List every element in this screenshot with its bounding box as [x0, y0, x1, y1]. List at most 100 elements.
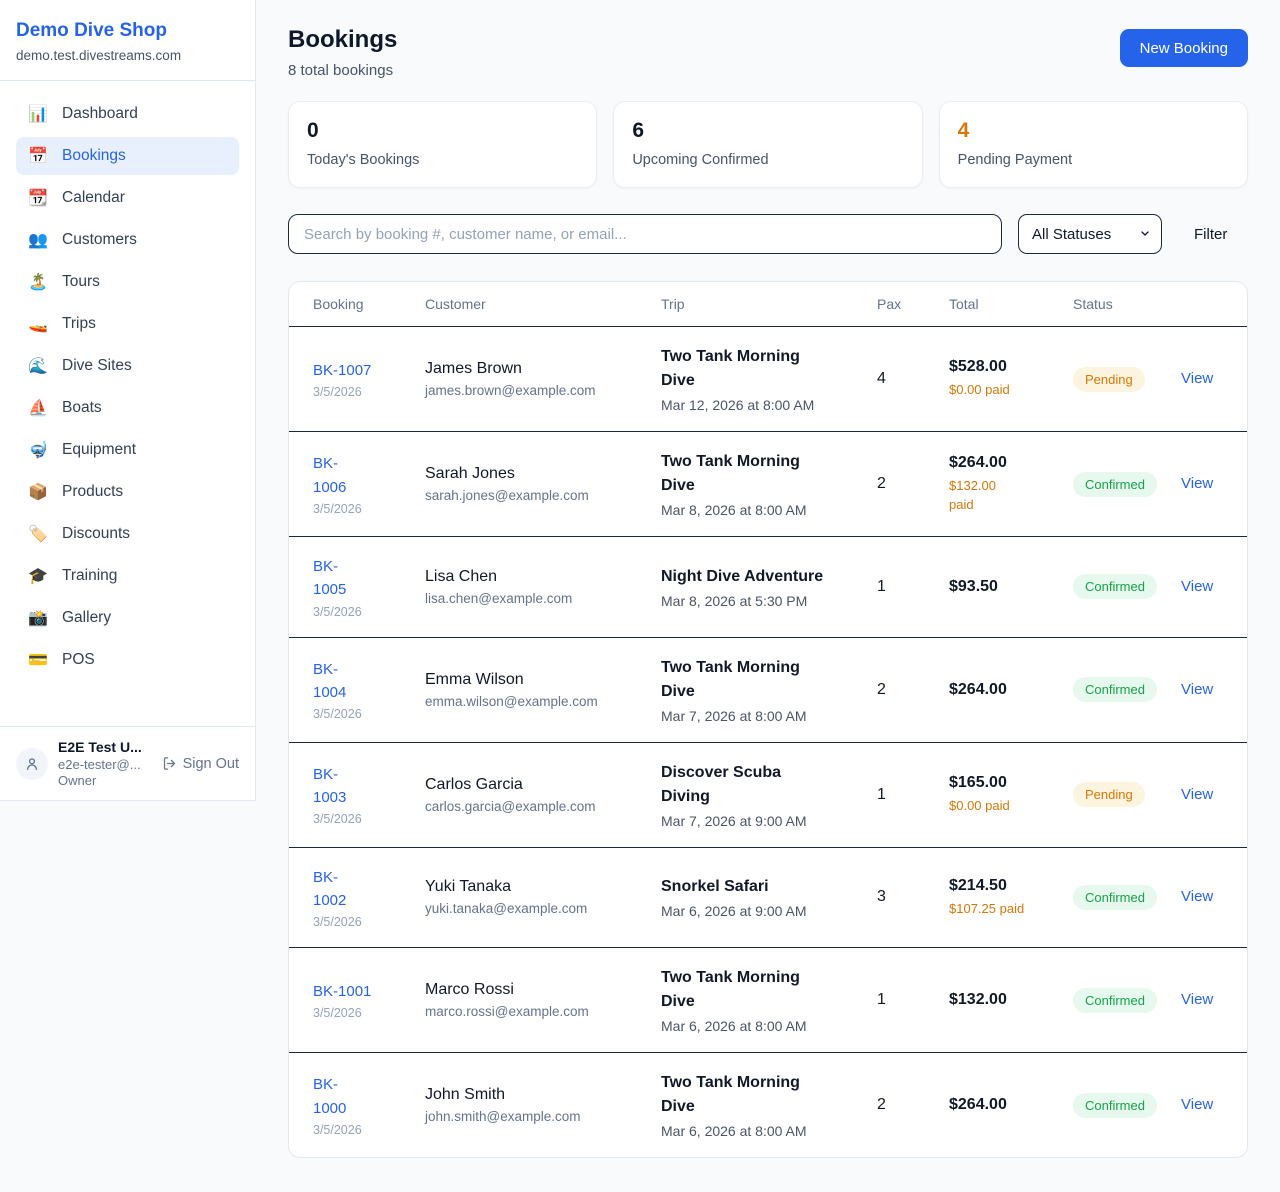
pax-cell: 3 — [877, 888, 949, 906]
sidebar-item-label: Gallery — [62, 609, 111, 627]
sidebar-item-customers[interactable]: 👥 Customers — [16, 221, 239, 259]
booking-id-link[interactable]: BK-1002 — [313, 866, 359, 913]
wave-icon: 🌊 — [28, 356, 48, 376]
status-filter-select[interactable]: All Statuses — [1018, 214, 1162, 254]
table-row: BK-1000 3/5/2026 John Smith john.smith@e… — [289, 1053, 1247, 1157]
booking-cell: BK-1006 3/5/2026 — [313, 452, 425, 516]
trip-cell: Two Tank Morning Dive Mar 7, 2026 at 8:0… — [661, 656, 877, 724]
view-link[interactable]: View — [1181, 786, 1213, 803]
sidebar-item-label: Equipment — [62, 441, 136, 459]
booking-id-link[interactable]: BK-1000 — [313, 1073, 359, 1120]
customer-name: Emma Wilson — [425, 671, 649, 689]
booking-id-link[interactable]: BK-1001 — [313, 980, 371, 1003]
sidebar-item-equipment[interactable]: 🤿 Equipment — [16, 431, 239, 469]
sidebar-item-calendar[interactable]: 📆 Calendar — [16, 179, 239, 217]
sidebar-item-dashboard[interactable]: 📊 Dashboard — [16, 95, 239, 133]
sidebar-item-bookings[interactable]: 📅 Bookings — [16, 137, 239, 175]
sidebar-item-dive-sites[interactable]: 🌊 Dive Sites — [16, 347, 239, 385]
booking-id-link[interactable]: BK-1006 — [313, 452, 359, 499]
booking-cell: BK-1001 3/5/2026 — [313, 980, 425, 1020]
amount-paid: $132.00 paid — [949, 477, 1005, 513]
user-email: e2e-tester@... — [58, 757, 142, 772]
amount-paid: $0.00 paid — [949, 381, 1061, 399]
trip-name: Two Tank Morning Dive — [661, 1071, 829, 1119]
trip-datetime: Mar 8, 2026 at 5:30 PM — [661, 593, 865, 609]
booking-cell: BK-1003 3/5/2026 — [313, 763, 425, 827]
table-header-row: Booking Customer Trip Pax Total Status — [289, 282, 1247, 327]
trip-name: Discover Scuba Diving — [661, 761, 829, 809]
total-amount: $264.00 — [949, 454, 1061, 472]
booking-date: 3/5/2026 — [313, 915, 413, 929]
status-cell: Confirmed — [1073, 574, 1181, 599]
customer-cell: Emma Wilson emma.wilson@example.com — [425, 671, 661, 709]
search-input[interactable] — [288, 214, 1002, 254]
status-cell: Pending — [1073, 782, 1181, 807]
view-link[interactable]: View — [1181, 681, 1213, 698]
customer-email: john.smith@example.com — [425, 1109, 649, 1124]
customer-name: Carlos Garcia — [425, 776, 649, 794]
speedboat-icon: 🚤 — [28, 314, 48, 334]
sidebar-item-label: Calendar — [62, 189, 125, 207]
sidebar-item-boats[interactable]: ⛵ Boats — [16, 389, 239, 427]
booking-date: 3/5/2026 — [313, 1006, 413, 1020]
status-badge: Confirmed — [1073, 677, 1157, 702]
customer-email: james.brown@example.com — [425, 383, 649, 398]
column-header-customer: Customer — [425, 296, 661, 312]
avatar — [16, 748, 48, 780]
trip-name: Night Dive Adventure — [661, 565, 829, 589]
booking-id-link[interactable]: BK-1003 — [313, 763, 359, 810]
sidebar-item-trips[interactable]: 🚤 Trips — [16, 305, 239, 343]
table-body: BK-1007 3/5/2026 James Brown james.brown… — [289, 327, 1247, 1157]
actions-cell: View — [1181, 370, 1223, 388]
total-cell: $264.00 — [949, 681, 1073, 699]
view-link[interactable]: View — [1181, 991, 1213, 1008]
sign-out-button[interactable]: Sign Out — [162, 756, 239, 772]
view-link[interactable]: View — [1181, 888, 1213, 905]
trip-datetime: Mar 8, 2026 at 8:00 AM — [661, 502, 865, 518]
status-cell: Confirmed — [1073, 472, 1181, 497]
sidebar-item-gallery[interactable]: 📸 Gallery — [16, 599, 239, 637]
booking-id-link[interactable]: BK-1004 — [313, 658, 359, 705]
total-amount: $93.50 — [949, 578, 1061, 596]
booking-cell: BK-1004 3/5/2026 — [313, 658, 425, 722]
trip-datetime: Mar 6, 2026 at 8:00 AM — [661, 1123, 865, 1139]
camera-icon: 📸 — [28, 608, 48, 628]
trip-datetime: Mar 6, 2026 at 9:00 AM — [661, 903, 865, 919]
view-link[interactable]: View — [1181, 475, 1213, 492]
table-row: BK-1005 3/5/2026 Lisa Chen lisa.chen@exa… — [289, 537, 1247, 638]
trip-cell: Two Tank Morning Dive Mar 6, 2026 at 8:0… — [661, 1071, 877, 1139]
total-amount: $165.00 — [949, 774, 1061, 792]
trip-name: Two Tank Morning Dive — [661, 656, 829, 704]
island-icon: 🏝️ — [28, 272, 48, 292]
filter-button[interactable]: Filter — [1194, 226, 1227, 243]
sidebar-item-tours[interactable]: 🏝️ Tours — [16, 263, 239, 301]
booking-id-link[interactable]: BK-1005 — [313, 555, 359, 602]
sidebar-item-products[interactable]: 📦 Products — [16, 473, 239, 511]
customer-name: James Brown — [425, 360, 649, 378]
actions-cell: View — [1181, 475, 1223, 493]
view-link[interactable]: View — [1181, 578, 1213, 595]
table-row: BK-1002 3/5/2026 Yuki Tanaka yuki.tanaka… — [289, 848, 1247, 949]
sidebar-item-label: Tours — [62, 273, 100, 291]
sidebar-item-discounts[interactable]: 🏷️ Discounts — [16, 515, 239, 553]
view-link[interactable]: View — [1181, 1096, 1213, 1113]
new-booking-button[interactable]: New Booking — [1120, 29, 1248, 67]
user-section: E2E Test U... e2e-tester@... Owner Sign … — [0, 726, 255, 800]
pax-cell: 1 — [877, 991, 949, 1009]
stat-card-pending-payment: 4 Pending Payment — [939, 101, 1248, 188]
booking-id-link[interactable]: BK-1007 — [313, 359, 371, 382]
trip-cell: Discover Scuba Diving Mar 7, 2026 at 9:0… — [661, 761, 877, 829]
sidebar-item-training[interactable]: 🎓 Training — [16, 557, 239, 595]
booking-date: 3/5/2026 — [313, 812, 413, 826]
status-badge: Confirmed — [1073, 1093, 1157, 1118]
stat-value: 4 — [958, 119, 1229, 143]
sidebar-item-label: Trips — [62, 315, 96, 333]
pax-cell: 1 — [877, 578, 949, 596]
view-link[interactable]: View — [1181, 370, 1213, 387]
total-amount: $132.00 — [949, 991, 1061, 1009]
sidebar-nav: 📊 Dashboard 📅 Bookings 📆 Calendar 👥 Cust… — [0, 81, 255, 726]
sidebar-item-pos[interactable]: 💳 POS — [16, 641, 239, 679]
pax-cell: 1 — [877, 786, 949, 804]
customer-name: Sarah Jones — [425, 465, 649, 483]
total-cell: $165.00 $0.00 paid — [949, 774, 1073, 815]
